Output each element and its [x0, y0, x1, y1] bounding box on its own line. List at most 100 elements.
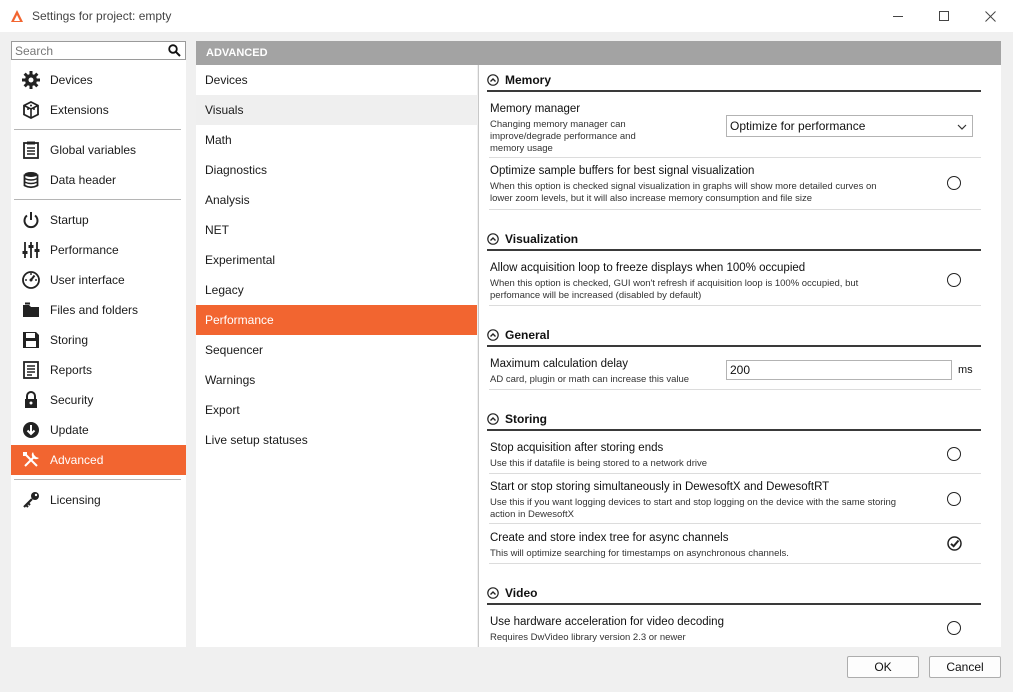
folder-icon	[21, 300, 41, 320]
subnav-item-sequencer[interactable]: Sequencer	[196, 335, 477, 365]
unit-label: ms	[958, 364, 973, 376]
nav-item-label: Licensing	[50, 493, 101, 507]
chevron-up-icon	[487, 74, 499, 86]
memory-manager-select[interactable]: Optimize for performance	[726, 115, 973, 137]
gear-icon	[21, 70, 41, 90]
nav-item-reports[interactable]: Reports	[11, 355, 186, 385]
subnav-item-visuals[interactable]: Visuals	[196, 95, 477, 125]
tools-icon	[21, 450, 41, 470]
chevron-up-icon	[487, 233, 499, 245]
nav-item-label: Advanced	[50, 453, 104, 467]
nav-item-advanced[interactable]: Advanced	[11, 445, 186, 475]
stop-acquisition-radio[interactable]	[947, 447, 961, 461]
setting-title: Create and store index tree for async ch…	[490, 532, 729, 544]
ok-button[interactable]: OK	[847, 656, 919, 678]
freeze-displays-radio[interactable]	[947, 273, 961, 287]
nav-item-devices[interactable]: Devices	[11, 65, 186, 95]
close-icon	[984, 10, 996, 22]
setting-description: Use this if you want logging devices to …	[490, 497, 897, 520]
setting-title: Use hardware acceleration for video deco…	[490, 616, 724, 628]
nav-item-user-interface[interactable]: User interface	[11, 265, 186, 295]
nav-item-label: Startup	[50, 213, 89, 227]
nav-item-label: Data header	[50, 173, 117, 187]
section-memory[interactable]: Memory	[487, 70, 981, 92]
app-logo-icon	[11, 10, 23, 22]
chevron-down-icon	[957, 124, 967, 130]
update-icon	[21, 420, 41, 440]
chevron-up-icon	[487, 329, 499, 341]
cube-icon	[21, 100, 41, 120]
section-title: Video	[505, 586, 538, 600]
search-input[interactable]	[12, 43, 162, 58]
nav-item-storing[interactable]: Storing	[11, 325, 186, 355]
setting-title: Maximum calculation delay	[490, 358, 629, 370]
optimize-buffers-radio[interactable]	[947, 176, 961, 190]
nav-item-startup[interactable]: Startup	[11, 205, 186, 235]
nav-item-security[interactable]: Security	[11, 385, 186, 415]
subnav-item-experimental[interactable]: Experimental	[196, 245, 477, 275]
setting-title: Start or stop storing simultaneously in …	[490, 481, 830, 493]
subnav-item-export[interactable]: Export	[196, 395, 477, 425]
nav-item-label: Storing	[50, 333, 89, 347]
section-visualization[interactable]: Visualization	[487, 229, 981, 251]
nav-list: Devices Extensions Global variables Data…	[11, 65, 186, 515]
search-box	[11, 41, 186, 60]
setting-title: Memory manager	[490, 103, 581, 115]
search-icon[interactable]	[168, 44, 181, 57]
simultaneous-storing-radio[interactable]	[947, 492, 961, 506]
close-button[interactable]	[967, 0, 1013, 32]
subnav-item-diagnostics[interactable]: Diagnostics	[196, 155, 477, 185]
settings-content: Memory Memory manager Changing memory ma…	[478, 65, 1001, 647]
nav-item-files-and-folders[interactable]: Files and folders	[11, 295, 186, 325]
setting-row: Start or stop storing simultaneously in …	[489, 474, 981, 524]
nav-item-performance[interactable]: Performance	[11, 235, 186, 265]
nav-item-update[interactable]: Update	[11, 415, 186, 445]
setting-title: Optimize sample buffers for best signal …	[490, 165, 755, 177]
scrollbar[interactable]	[981, 65, 1001, 647]
section-storing[interactable]: Storing	[487, 409, 981, 431]
section-general[interactable]: General	[487, 325, 981, 347]
section-video[interactable]: Video	[487, 583, 981, 605]
setting-title: Allow acquisition loop to freeze display…	[490, 262, 806, 274]
setting-description: Changing memory manager can improve/degr…	[490, 119, 636, 154]
window-title: Settings for project: empty	[32, 9, 172, 23]
index-tree-checked-icon[interactable]	[947, 536, 962, 551]
nav-item-label: Reports	[50, 363, 93, 377]
setting-description: AD card, plugin or math can increase thi…	[490, 374, 690, 385]
floppy-icon	[21, 330, 41, 350]
subnav-item-performance[interactable]: Performance	[196, 305, 477, 335]
subnav-item-net[interactable]: NET	[196, 215, 477, 245]
nav-item-licensing[interactable]: Licensing	[11, 485, 186, 515]
setting-row: Create and store index tree for async ch…	[489, 524, 981, 564]
subnav-item-live-setup-statuses[interactable]: Live setup statuses	[196, 425, 477, 455]
nav-item-extensions[interactable]: Extensions	[11, 95, 186, 125]
nav-item-label: Update	[50, 423, 89, 437]
nav-item-label: Extensions	[50, 103, 109, 117]
nav-separator	[11, 475, 186, 485]
setting-description: Requires DwVideo library version 2.3 or …	[490, 632, 686, 643]
nav-item-label: Security	[50, 393, 94, 407]
subnav-item-math[interactable]: Math	[196, 125, 477, 155]
hw-acceleration-radio[interactable]	[947, 621, 961, 635]
subnav-item-analysis[interactable]: Analysis	[196, 185, 477, 215]
maximize-button[interactable]	[921, 0, 967, 32]
power-icon	[21, 210, 41, 230]
subnav-item-legacy[interactable]: Legacy	[196, 275, 477, 305]
nav-separator	[11, 195, 186, 205]
section-title: Memory	[505, 73, 552, 87]
section-header: ADVANCED	[196, 41, 1001, 65]
calculation-delay-input[interactable]: 200	[726, 360, 952, 380]
nav-item-global-variables[interactable]: Global variables	[11, 135, 186, 165]
subnav-item-devices[interactable]: Devices	[196, 65, 477, 95]
maximize-icon	[938, 10, 949, 21]
advanced-subnav: Devices Visuals Math Diagnostics Analysi…	[196, 65, 477, 647]
minimize-button[interactable]	[875, 0, 921, 32]
database-icon	[21, 170, 41, 190]
subnav-item-warnings[interactable]: Warnings	[196, 365, 477, 395]
nav-item-label: Global variables	[50, 143, 137, 157]
key-icon	[21, 490, 41, 510]
cancel-button[interactable]: Cancel	[929, 656, 1001, 678]
setting-description: This will optimize searching for timesta…	[490, 548, 789, 559]
section-title: General	[505, 328, 550, 342]
nav-item-data-header[interactable]: Data header	[11, 165, 186, 195]
